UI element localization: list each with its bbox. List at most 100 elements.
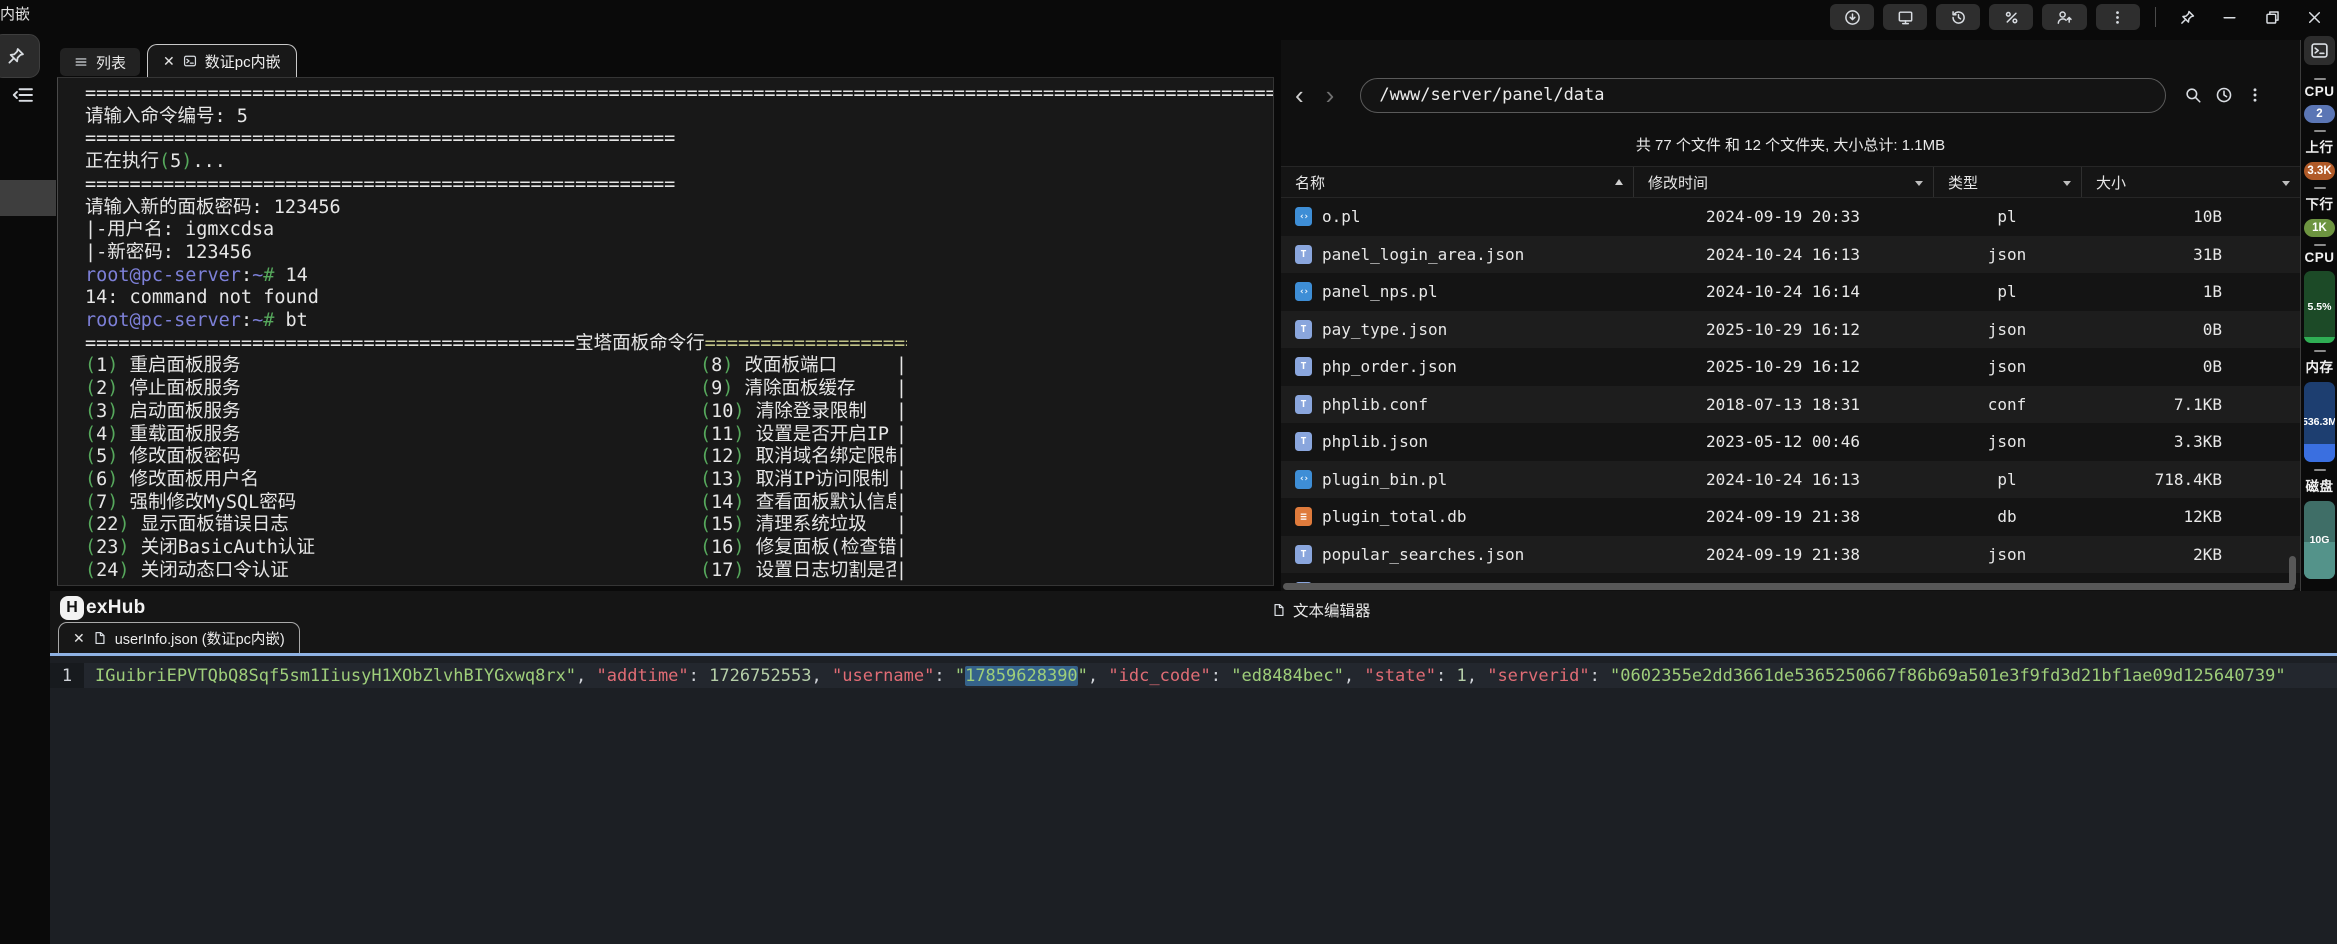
restore-button[interactable]	[2255, 4, 2288, 30]
close-button[interactable]	[2298, 4, 2331, 30]
menu-border-pipe: |	[895, 378, 907, 400]
file-size: 0B	[2202, 319, 2222, 339]
text-token: (	[700, 559, 712, 581]
menu-item-right: (16) 修复面板(检查错误并更新面板文件到最新版)	[700, 537, 896, 560]
download-button[interactable]	[1830, 4, 1875, 30]
rail-plugin-button[interactable]	[0, 34, 40, 78]
text-token: 14	[274, 264, 308, 286]
text-token: (	[85, 537, 97, 559]
table-row[interactable]: Tpanel_login_area.json 2024-10-24 16:13 js…	[1281, 235, 2300, 273]
column-header-修改时间[interactable]: 修改时间	[1633, 167, 1933, 197]
terminal-panel[interactable]: ========================================…	[57, 77, 1274, 586]
gauge-value: 536.3M	[2304, 416, 2335, 428]
sort-icons[interactable]	[2063, 178, 2071, 186]
menu-item-right: (14) 查看面板默认信息	[700, 492, 896, 515]
monitor-label: 上行	[2305, 140, 2334, 155]
table-row[interactable]: Tphp_order.json 2025-10-29 16:12 json 0B	[1281, 348, 2300, 386]
sort-icons[interactable]	[1915, 178, 1923, 186]
path-input[interactable]: /www/server/panel/data	[1360, 77, 2167, 113]
text-token: 14: command not found	[85, 287, 319, 309]
monitor-gauge[interactable]: 10G	[2304, 501, 2335, 579]
titlebar-divider	[2154, 7, 2156, 27]
table-row[interactable]: Tpopular_searches.json 2024-09-19 21:38 js…	[1281, 535, 2300, 573]
text-token: ========================================…	[85, 332, 576, 354]
editor-tab-label: userInfo.json (数证pc内嵌)	[114, 631, 285, 648]
resize-handle[interactable]	[2313, 244, 2326, 246]
menu-item-left: (4) 重载面板服务	[85, 424, 700, 447]
back-icon[interactable]: ‹	[1295, 82, 1304, 108]
text-token: (	[700, 514, 712, 536]
table-row[interactable]: ‹› plugin_bin.pl 2024-10-24 16:13 pl 718.4KB	[1281, 460, 2300, 498]
code-area[interactable]: 1 IGuibriEPVTQbQ8Sqf5sm1IiusyH1XObZlvhBI…	[50, 656, 2337, 944]
table-row[interactable]: ‹› panel_nps.pl 2024-10-24 16:14 pl 1B	[1281, 273, 2300, 311]
user-up-button[interactable]	[2042, 4, 2087, 30]
table-row[interactable]: ‹› o.pl 2024-09-19 20:33 pl 10B	[1281, 198, 2300, 236]
text-token: )	[118, 537, 130, 559]
file-name: o.pl	[1322, 207, 1361, 227]
vertical-scrollbar[interactable]	[2289, 556, 2296, 586]
close-tab-icon[interactable]: ✕	[73, 631, 85, 645]
resize-handle[interactable]	[2313, 469, 2326, 471]
rail-selected-item[interactable]	[0, 180, 56, 216]
file-name-cell: ‹› o.pl	[1281, 207, 1633, 227]
percent-button[interactable]	[1989, 4, 2034, 30]
tab-list[interactable]: 列表	[60, 48, 141, 76]
column-header-大小[interactable]: 大小	[2081, 167, 2300, 197]
text-token: 1	[1456, 665, 1467, 686]
menu-item-left: (7) 强制修改MySQL密码	[85, 492, 700, 515]
more-menu-icon[interactable]	[2246, 86, 2264, 104]
file-type: json	[1987, 244, 2027, 264]
close-tab-icon[interactable]: ✕	[163, 54, 175, 68]
monitor-badge[interactable]: 2	[2304, 105, 2335, 123]
history-icon[interactable]	[2215, 86, 2233, 104]
resize-handle[interactable]	[2313, 78, 2326, 80]
text-token: ~	[252, 310, 264, 332]
monitor-gauge[interactable]: 536.3M	[2304, 382, 2335, 462]
collapse-sidebar-icon[interactable]	[10, 84, 36, 106]
text-token: )	[733, 559, 745, 581]
resize-handle[interactable]	[2313, 130, 2326, 132]
sort-icons[interactable]	[2282, 178, 2290, 186]
file-name: phplib.conf	[1322, 394, 1428, 414]
text-token: 22	[96, 514, 119, 536]
table-row[interactable]: Tphplib.json 2023-05-12 00:46 json 3.3KB	[1281, 423, 2300, 461]
column-header-类型[interactable]: 类型	[1933, 167, 2081, 197]
history-button[interactable]	[1936, 4, 1981, 30]
text-token: 23	[96, 537, 119, 559]
sort-asc-icon[interactable]	[1615, 179, 1623, 185]
column-header-名称[interactable]: 名称	[1281, 167, 1633, 197]
text-token: bt	[274, 310, 308, 332]
monitor-badge[interactable]: 3.3K	[2304, 162, 2335, 180]
terminal-icon	[2310, 41, 2329, 60]
text-token: "	[1077, 665, 1088, 686]
file-type: db	[1997, 507, 2017, 527]
monitor-gauge[interactable]: 5.5%	[2304, 271, 2335, 343]
text-token: 关闭动态口令认证	[129, 559, 289, 581]
tab-terminal-active[interactable]: ✕ 数证pc内嵌	[147, 44, 297, 77]
text-token: 重启面板服务	[118, 355, 241, 377]
text-token: )	[118, 559, 130, 581]
editor-tab[interactable]: ✕ userInfo.json (数证pc内嵌)	[58, 622, 300, 653]
text-token: 4	[96, 423, 108, 445]
display-button[interactable]	[1883, 4, 1928, 30]
minimize-button[interactable]	[2213, 4, 2246, 30]
forward-icon[interactable]: ›	[1326, 82, 1335, 108]
file-type: json	[1987, 544, 2027, 564]
file-type-icon: T	[1295, 319, 1312, 339]
terminal-line: 14: command not found	[85, 287, 1273, 310]
text-token: :	[688, 665, 710, 686]
text-token: 7	[96, 491, 108, 513]
more-button[interactable]	[2095, 4, 2140, 30]
table-row[interactable]: Tpay_type.json 2025-10-29 16:12 json 0B	[1281, 310, 2300, 348]
horizontal-scrollbar[interactable]	[1283, 583, 2295, 590]
history-icon	[1950, 9, 1967, 26]
resize-handle[interactable]	[2313, 187, 2326, 189]
resize-handle[interactable]	[2313, 350, 2326, 352]
table-row[interactable]: ≡ plugin_total.db 2024-09-19 21:38 db 12KB	[1281, 498, 2300, 536]
table-row[interactable]: Tphplib.conf 2018-07-13 18:31 conf 7.1KB	[1281, 385, 2300, 423]
monitor-badge[interactable]: 1K	[2304, 219, 2335, 237]
pin-button[interactable]	[2171, 4, 2204, 30]
file-type: pl	[1997, 469, 2017, 489]
search-icon[interactable]	[2184, 86, 2202, 104]
terminal-shortcut-button[interactable]	[2304, 36, 2335, 65]
